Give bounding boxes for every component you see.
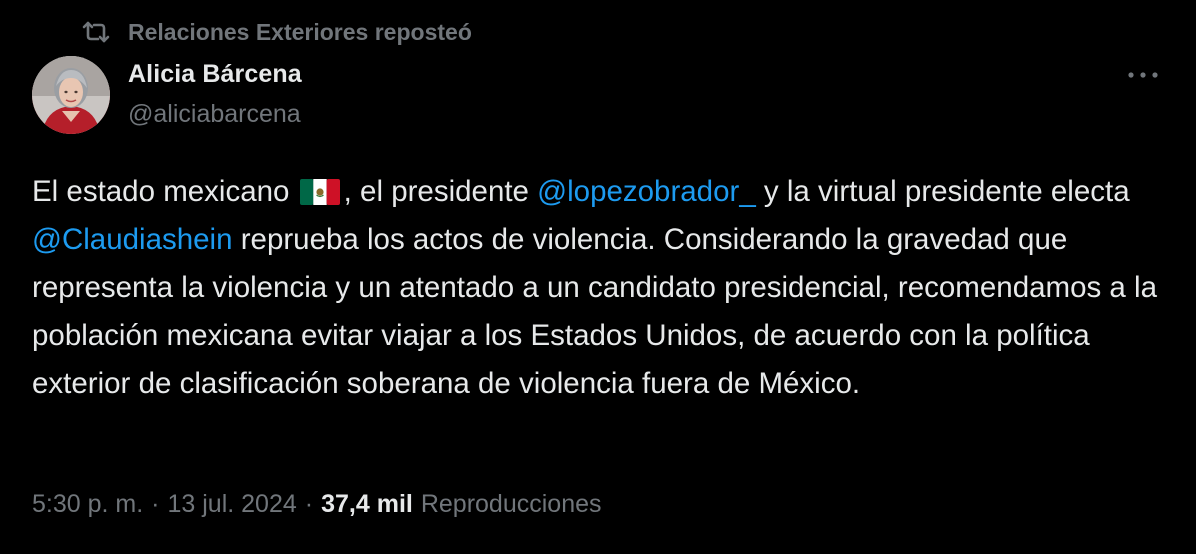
meta-separator: · [304, 489, 314, 518]
tweet-text-segment: y la virtual presidente electa [755, 175, 1130, 208]
views-count[interactable]: 37,4 mil [321, 490, 413, 519]
tweet-text: El estado mexicano , el presidente @lope… [32, 168, 1172, 408]
repost-icon [80, 18, 112, 46]
views-label: Reproducciones [420, 489, 602, 518]
tweet-time[interactable]: 5:30 p. m. [32, 490, 143, 519]
author-name[interactable]: Alicia Bárcena [128, 60, 302, 89]
mention-link-claudiashein[interactable]: @Claudiashein [32, 223, 233, 256]
tweet-meta: 5:30 p. m. · 13 jul. 2024 · 37,4 mil Rep… [32, 487, 602, 521]
repost-text: Relaciones Exteriores reposteó [128, 18, 472, 45]
tweet-text-segment: , el presidente [343, 175, 538, 208]
repost-banner[interactable]: Relaciones Exteriores reposteó [80, 18, 472, 46]
avatar[interactable] [32, 56, 110, 134]
tweet-card[interactable]: Relaciones Exteriores reposteó Alicia Bá… [0, 0, 1196, 554]
more-horizontal-icon [1126, 67, 1160, 85]
tweet-date[interactable]: 13 jul. 2024 [168, 490, 297, 519]
meta-separator: · [151, 489, 160, 518]
more-options-button[interactable] [1126, 62, 1160, 90]
mexico-flag-icon [299, 172, 340, 205]
author-handle[interactable]: @aliciabarcena [128, 100, 301, 129]
mention-link-lopezobrador[interactable]: @lopezobrador_ [537, 175, 756, 208]
tweet-text-segment: El estado mexicano [32, 175, 298, 208]
